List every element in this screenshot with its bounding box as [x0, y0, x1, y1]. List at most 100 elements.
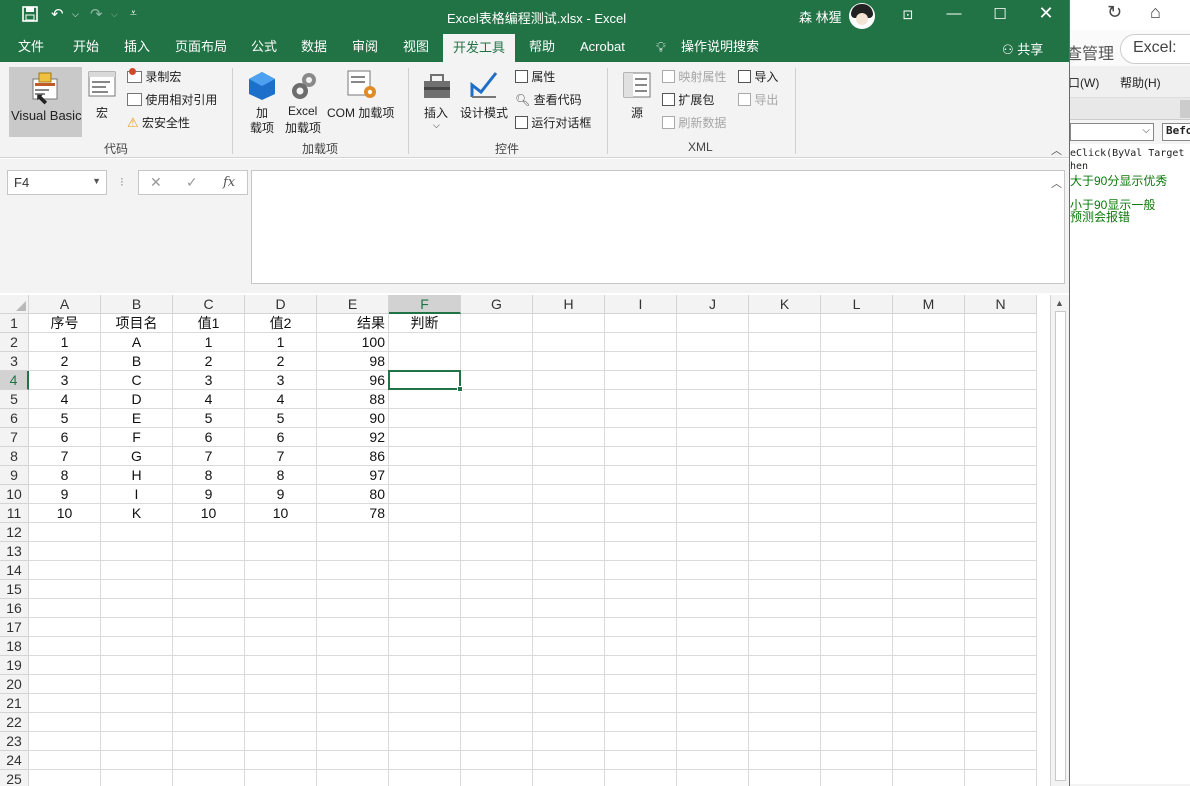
redo-icon[interactable]: ↷	[90, 5, 103, 23]
cell-f9[interactable]	[389, 466, 461, 485]
cell-i19[interactable]	[605, 656, 677, 675]
cell-i7[interactable]	[605, 428, 677, 447]
refresh-icon[interactable]: ↻	[1107, 2, 1122, 23]
cell-l12[interactable]	[821, 523, 893, 542]
cell-n16[interactable]	[965, 599, 1037, 618]
column-header-e[interactable]: E	[317, 295, 389, 314]
cell-b17[interactable]	[101, 618, 173, 637]
cell-n6[interactable]	[965, 409, 1037, 428]
cell-f7[interactable]	[389, 428, 461, 447]
cell-c24[interactable]	[173, 751, 245, 770]
cell-m14[interactable]	[893, 561, 965, 580]
cell-g13[interactable]	[461, 542, 533, 561]
vbe-menu-help[interactable]: 帮助(H)	[1120, 74, 1161, 91]
cell-f24[interactable]	[389, 751, 461, 770]
row-header[interactable]: 12	[0, 523, 29, 542]
cell-b1[interactable]: 项目名	[101, 314, 173, 333]
row-header[interactable]: 6	[0, 409, 29, 428]
map-properties-button[interactable]: 映射属性	[662, 68, 726, 85]
cell-n7[interactable]	[965, 428, 1037, 447]
cell-f17[interactable]	[389, 618, 461, 637]
xml-source-button[interactable]: 源	[620, 70, 654, 120]
cell-i14[interactable]	[605, 561, 677, 580]
cell-e7[interactable]: 92	[317, 428, 389, 447]
cell-b10[interactable]: I	[101, 485, 173, 504]
vbe-procedure-combo[interactable]: Befo	[1162, 123, 1190, 141]
cell-a6[interactable]: 5	[29, 409, 101, 428]
tab-help[interactable]: 帮助	[529, 32, 555, 62]
cell-e19[interactable]	[317, 656, 389, 675]
cell-f1[interactable]: 判断	[389, 314, 461, 333]
row-header[interactable]: 4	[0, 371, 29, 390]
row-header[interactable]: 17	[0, 618, 29, 637]
row-header[interactable]: 19	[0, 656, 29, 675]
cell-e24[interactable]	[317, 751, 389, 770]
cell-b16[interactable]	[101, 599, 173, 618]
cell-c4[interactable]: 3	[173, 371, 245, 390]
cell-n22[interactable]	[965, 713, 1037, 732]
cell-h5[interactable]	[533, 390, 605, 409]
cell-g23[interactable]	[461, 732, 533, 751]
cell-l1[interactable]	[821, 314, 893, 333]
row-header[interactable]: 23	[0, 732, 29, 751]
vbe-menu-window[interactable]: 口(W)	[1070, 74, 1099, 91]
cell-h19[interactable]	[533, 656, 605, 675]
cell-a19[interactable]	[29, 656, 101, 675]
cell-d11[interactable]: 10	[245, 504, 317, 523]
cell-g6[interactable]	[461, 409, 533, 428]
cell-m8[interactable]	[893, 447, 965, 466]
cell-m21[interactable]	[893, 694, 965, 713]
cell-c23[interactable]	[173, 732, 245, 751]
cell-j5[interactable]	[677, 390, 749, 409]
cell-k20[interactable]	[749, 675, 821, 694]
tab-insert[interactable]: 插入	[124, 32, 150, 62]
cell-j9[interactable]	[677, 466, 749, 485]
cell-i3[interactable]	[605, 352, 677, 371]
cell-d7[interactable]: 6	[245, 428, 317, 447]
cell-m25[interactable]	[893, 770, 965, 786]
cell-j6[interactable]	[677, 409, 749, 428]
row-header[interactable]: 16	[0, 599, 29, 618]
cell-l3[interactable]	[821, 352, 893, 371]
cell-e13[interactable]	[317, 542, 389, 561]
tab-home[interactable]: 开始	[73, 32, 99, 62]
cell-i8[interactable]	[605, 447, 677, 466]
cell-i25[interactable]	[605, 770, 677, 786]
tell-me-search[interactable]: 操作说明搜索	[681, 32, 759, 62]
cell-h9[interactable]	[533, 466, 605, 485]
cell-n17[interactable]	[965, 618, 1037, 637]
cell-n23[interactable]	[965, 732, 1037, 751]
cell-g4[interactable]	[461, 371, 533, 390]
cell-i21[interactable]	[605, 694, 677, 713]
xml-import-button[interactable]: 导入	[738, 68, 778, 85]
cell-e12[interactable]	[317, 523, 389, 542]
cell-f20[interactable]	[389, 675, 461, 694]
cell-c15[interactable]	[173, 580, 245, 599]
cell-k23[interactable]	[749, 732, 821, 751]
cell-e4[interactable]: 96	[317, 371, 389, 390]
cell-e15[interactable]	[317, 580, 389, 599]
vbe-toolbar-scroll[interactable]	[1180, 100, 1190, 118]
cell-h2[interactable]	[533, 333, 605, 352]
cell-g9[interactable]	[461, 466, 533, 485]
cell-b18[interactable]	[101, 637, 173, 656]
cell-m5[interactable]	[893, 390, 965, 409]
cell-n11[interactable]	[965, 504, 1037, 523]
cancel-icon[interactable]: ✕	[150, 174, 162, 191]
cell-e18[interactable]	[317, 637, 389, 656]
cell-b20[interactable]	[101, 675, 173, 694]
cell-f19[interactable]	[389, 656, 461, 675]
cell-n13[interactable]	[965, 542, 1037, 561]
cell-l23[interactable]	[821, 732, 893, 751]
cell-b11[interactable]: K	[101, 504, 173, 523]
cell-d24[interactable]	[245, 751, 317, 770]
properties-button[interactable]: 属性	[515, 68, 555, 85]
vbe-object-combo[interactable]: ⌵	[1070, 123, 1154, 141]
cell-k1[interactable]	[749, 314, 821, 333]
cell-f6[interactable]	[389, 409, 461, 428]
cell-l13[interactable]	[821, 542, 893, 561]
cell-l4[interactable]	[821, 371, 893, 390]
cell-c3[interactable]: 2	[173, 352, 245, 371]
cell-l16[interactable]	[821, 599, 893, 618]
cell-d1[interactable]: 值2	[245, 314, 317, 333]
